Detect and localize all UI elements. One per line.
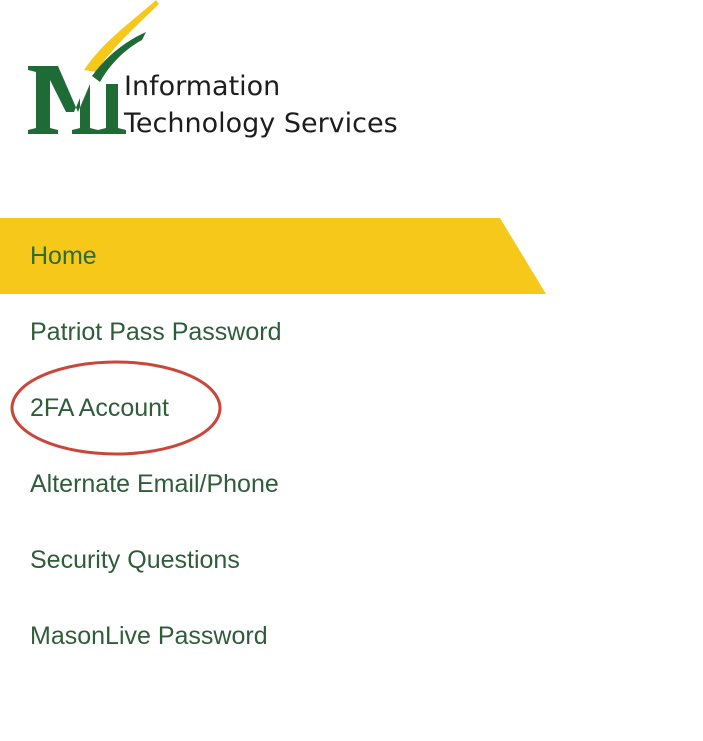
nav-item-label: Home xyxy=(30,241,97,270)
nav-item-label: Alternate Email/Phone xyxy=(30,469,279,498)
brand-title-line1: Information xyxy=(124,71,281,102)
nav-item-masonlive-password[interactable]: MasonLive Password xyxy=(0,598,560,674)
nav-item-label: 2FA Account xyxy=(30,393,169,422)
brand-title-line2: Technology Services xyxy=(124,108,398,139)
nav-item-label: MasonLive Password xyxy=(30,621,268,650)
nav-item-patriot-pass-password[interactable]: Patriot Pass Password xyxy=(0,294,560,370)
nav-item-label: Patriot Pass Password xyxy=(30,317,282,346)
nav-item-home[interactable]: Home xyxy=(0,218,560,294)
nav-item-2fa-account[interactable]: 2FA Account xyxy=(0,370,560,446)
nav-item-alternate-email-phone[interactable]: Alternate Email/Phone xyxy=(0,446,560,522)
site-brand[interactable]: Information Technology Services xyxy=(0,0,460,150)
nav-item-security-questions[interactable]: Security Questions xyxy=(0,522,560,598)
main-navigation: Home Patriot Pass Password 2FA Account A… xyxy=(0,218,560,674)
nav-item-label: Security Questions xyxy=(30,545,240,574)
brand-title: Information Technology Services xyxy=(124,68,398,142)
